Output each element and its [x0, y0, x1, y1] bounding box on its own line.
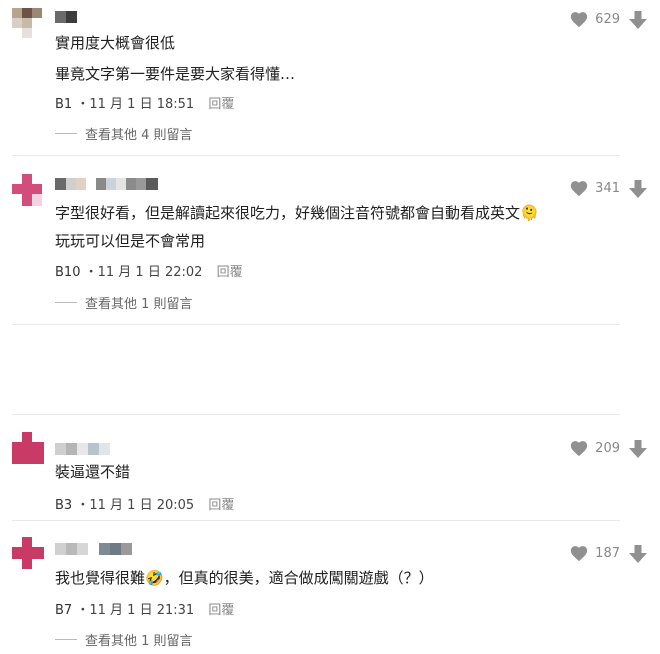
avatar[interactable]: [12, 432, 44, 464]
comment-line: 字型很好看，但是解讀起來很吃力，好幾個注音符號都會自動看成英文🫠: [55, 204, 539, 222]
view-more-replies[interactable]: 查看其他 4 則留言: [55, 124, 193, 143]
comment-date: 11 月 1 日 18:51: [89, 97, 195, 112]
dislike-button[interactable]: [628, 179, 648, 203]
avatar[interactable]: [12, 537, 44, 569]
comment-line: 裝逼還不錯: [55, 463, 131, 481]
down-arrow-icon: [629, 180, 647, 198]
heart-icon: [570, 546, 588, 562]
like-count: 187: [595, 545, 620, 561]
username-blurred[interactable]: [55, 443, 110, 455]
divider: [12, 520, 620, 521]
heart-icon: [570, 441, 588, 457]
comment-item: 我也覺得很難🤣，但真的很美，適合做成闖關遊戲（？） B7 ・11 月 1 日 2…: [0, 525, 660, 654]
divider: [12, 324, 620, 325]
heart-icon: [570, 12, 588, 28]
like-count: 629: [595, 11, 620, 27]
comment-meta: B3 ・11 月 1 日 20:05 回覆: [55, 494, 234, 513]
username-blurred[interactable]: [55, 11, 77, 23]
reply-button[interactable]: 回覆: [208, 498, 234, 513]
view-more-replies[interactable]: 查看其他 1 則留言: [55, 293, 193, 312]
view-more-replies-label: 查看其他 4 則留言: [85, 128, 193, 143]
dislike-button[interactable]: [628, 544, 648, 568]
comment-date: 11 月 1 日 20:05: [89, 498, 195, 513]
down-arrow-icon: [629, 11, 647, 29]
comment-item: 裝逼還不錯 B3 ・11 月 1 日 20:05 回覆 209: [0, 420, 660, 520]
dislike-button[interactable]: [628, 439, 648, 463]
comment-meta: B1 ・11 月 1 日 18:51 回覆: [55, 93, 234, 112]
down-arrow-icon: [629, 440, 647, 458]
divider-dash: [55, 133, 77, 134]
floor-label: B3: [55, 498, 73, 513]
comment-line: 實用度大概會很低: [55, 34, 176, 52]
like-button[interactable]: 629: [569, 10, 620, 28]
divider: [12, 155, 620, 156]
divider: [12, 414, 620, 415]
comment-date: 11 月 1 日 21:31: [89, 603, 195, 618]
like-button[interactable]: 187: [569, 544, 620, 562]
separator: ・: [76, 498, 90, 513]
comment-meta: B10 ・11 月 1 日 22:02 回覆: [55, 261, 243, 280]
comment-line: 我也覺得很難🤣，但真的很美，適合做成闖關遊戲（？）: [55, 569, 434, 587]
comment-item: 字型很好看，但是解讀起來很吃力，好幾個注音符號都會自動看成英文🫠 玩玩可以但是不…: [0, 160, 660, 325]
view-more-replies-label: 查看其他 1 則留言: [85, 634, 193, 649]
like-button[interactable]: 341: [569, 179, 620, 197]
avatar[interactable]: [12, 174, 44, 206]
comment-item: 實用度大概會很低 畢竟文字第一要件是要大家看得懂… B1 ・11 月 1 日 1…: [0, 0, 660, 155]
separator: ・: [76, 97, 90, 112]
separator: ・: [84, 265, 98, 280]
view-more-replies-label: 查看其他 1 則留言: [85, 297, 193, 312]
reply-button[interactable]: 回覆: [217, 265, 243, 280]
avatar[interactable]: [12, 8, 44, 40]
comment-line: 玩玩可以但是不會常用: [55, 232, 206, 250]
divider-dash: [55, 639, 77, 640]
username-blurred[interactable]: [55, 543, 132, 555]
floor-label: B7: [55, 603, 73, 618]
comment-meta: B7 ・11 月 1 日 21:31 回覆: [55, 599, 234, 618]
like-count: 341: [595, 180, 620, 196]
view-more-replies[interactable]: 查看其他 1 則留言: [55, 630, 193, 649]
like-button[interactable]: 209: [569, 439, 620, 457]
separator: ・: [76, 603, 90, 618]
down-arrow-icon: [629, 545, 647, 563]
reply-button[interactable]: 回覆: [208, 97, 234, 112]
reply-button[interactable]: 回覆: [208, 603, 234, 618]
username-blurred[interactable]: [55, 178, 158, 190]
dislike-button[interactable]: [628, 10, 648, 34]
heart-icon: [570, 181, 588, 197]
floor-label: B1: [55, 97, 73, 112]
divider-dash: [55, 302, 77, 303]
comment-date: 11 月 1 日 22:02: [97, 265, 203, 280]
like-count: 209: [595, 440, 620, 456]
comment-line: 畢竟文字第一要件是要大家看得懂…: [55, 65, 296, 83]
floor-label: B10: [55, 265, 81, 280]
